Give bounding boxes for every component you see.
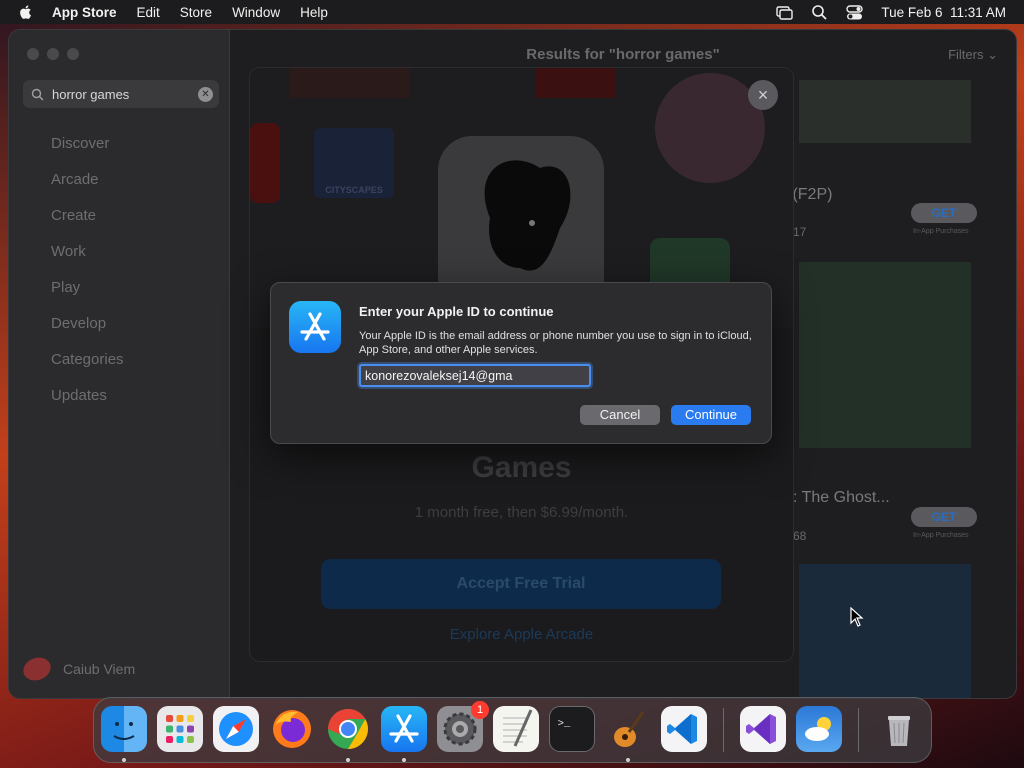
- apple-id-field[interactable]: [359, 364, 591, 387]
- filters-button[interactable]: Filters ⌄: [948, 47, 998, 63]
- dialog-description: Your Apple ID is the email address or ph…: [359, 330, 752, 356]
- in-app-purchases-note: In-App Purchases: [913, 532, 969, 539]
- running-indicator: [346, 758, 350, 762]
- screen-mirroring-icon[interactable]: [776, 4, 794, 21]
- dock-separator: [723, 708, 724, 752]
- sidebar-item-create[interactable]: Create: [51, 206, 124, 242]
- result-rating: 68: [793, 529, 807, 543]
- menu-edit[interactable]: Edit: [137, 5, 160, 20]
- clear-search-icon[interactable]: ✕: [198, 87, 213, 102]
- menubar-clock[interactable]: Tue Feb 6 11:31 AM: [881, 5, 1006, 20]
- dock: 1 >_: [93, 697, 932, 763]
- zoom-window-button[interactable]: [67, 48, 79, 60]
- visual-studio-icon[interactable]: [740, 706, 786, 752]
- search-input[interactable]: horror games: [52, 87, 129, 102]
- svg-text:>_: >_: [558, 718, 571, 730]
- trash-icon[interactable]: [876, 706, 922, 752]
- result-screenshot[interactable]: [799, 80, 971, 143]
- chrome-icon[interactable]: [325, 706, 371, 752]
- running-indicator: [626, 758, 630, 762]
- cancel-button[interactable]: Cancel: [580, 405, 660, 425]
- safari-icon[interactable]: [213, 706, 259, 752]
- system-settings-icon[interactable]: 1: [437, 701, 489, 752]
- avatar: [20, 653, 54, 685]
- search-field[interactable]: horror games ✕: [23, 80, 219, 108]
- sidebar-item-play[interactable]: Play: [51, 278, 124, 314]
- menu-app-name[interactable]: App Store: [52, 5, 117, 20]
- user-name: Caiub Viem: [63, 661, 136, 677]
- results-title: Results for "horror games": [526, 46, 720, 63]
- result-title[interactable]: : The Ghost...: [793, 489, 890, 507]
- sidebar-nav: Discover Arcade Create Work Play Develop…: [51, 134, 124, 422]
- menu-store[interactable]: Store: [180, 5, 212, 20]
- search-icon: [31, 88, 44, 101]
- menu-bar: App Store Edit Store Window Help Tue Feb…: [0, 0, 1024, 24]
- mouse-pointer-icon: [850, 607, 864, 627]
- window-controls: [27, 48, 79, 60]
- trial-price-text: 1 month free, then $6.99/month.: [414, 504, 629, 521]
- menu-window[interactable]: Window: [232, 5, 280, 20]
- apple-logo-icon[interactable]: [18, 4, 34, 20]
- control-center-icon[interactable]: [846, 4, 864, 21]
- arcade-headline: Games: [471, 451, 572, 484]
- chevron-down-icon: ⌄: [987, 47, 998, 62]
- sidebar-item-updates[interactable]: Updates: [51, 386, 124, 422]
- result-rating: 17: [793, 225, 807, 239]
- minimize-window-button[interactable]: [47, 48, 59, 60]
- sidebar-item-arcade[interactable]: Arcade: [51, 170, 124, 206]
- explore-arcade-link[interactable]: Explore Apple Arcade: [250, 626, 793, 643]
- get-button[interactable]: GET: [911, 203, 977, 223]
- result-screenshot[interactable]: [799, 262, 971, 448]
- continue-button[interactable]: Continue: [671, 405, 751, 425]
- finder-icon[interactable]: [101, 706, 147, 752]
- running-indicator: [122, 758, 126, 762]
- sidebar-item-categories[interactable]: Categories: [51, 350, 124, 386]
- collage-cityscapes-text: CITYSCAPES: [325, 185, 383, 195]
- app-store-dock-icon[interactable]: [381, 706, 427, 752]
- sidebar: horror games ✕ Discover Arcade Create Wo…: [9, 30, 230, 698]
- spotlight-search-icon[interactable]: [811, 4, 828, 21]
- menu-help[interactable]: Help: [300, 5, 328, 20]
- terminal-icon[interactable]: >_: [549, 706, 595, 752]
- sidebar-item-work[interactable]: Work: [51, 242, 124, 278]
- accept-free-trial-button[interactable]: Accept Free Trial: [321, 559, 721, 609]
- running-indicator: [402, 758, 406, 762]
- garageband-icon[interactable]: [605, 706, 651, 752]
- textedit-icon[interactable]: [493, 706, 539, 752]
- sidebar-item-develop[interactable]: Develop: [51, 314, 124, 350]
- apple-id-dialog: Enter your Apple ID to continue Your App…: [270, 282, 772, 444]
- close-window-button[interactable]: [27, 48, 39, 60]
- get-button[interactable]: GET: [911, 507, 977, 527]
- app-store-icon: [289, 301, 341, 353]
- firefox-icon[interactable]: [269, 706, 315, 752]
- dock-separator: [858, 708, 859, 752]
- result-screenshot[interactable]: [799, 564, 971, 698]
- weather-icon[interactable]: [796, 706, 842, 752]
- account-button[interactable]: Caiub Viem: [20, 653, 136, 685]
- in-app-purchases-note: In-App Purchases: [913, 228, 969, 235]
- close-sheet-button[interactable]: ×: [748, 80, 778, 110]
- vscode-icon[interactable]: [661, 706, 707, 752]
- filters-label: Filters: [948, 47, 984, 62]
- launchpad-icon[interactable]: [157, 706, 203, 752]
- sidebar-item-discover[interactable]: Discover: [51, 134, 124, 170]
- notification-badge: 1: [471, 701, 489, 719]
- dialog-title: Enter your Apple ID to continue: [359, 304, 554, 319]
